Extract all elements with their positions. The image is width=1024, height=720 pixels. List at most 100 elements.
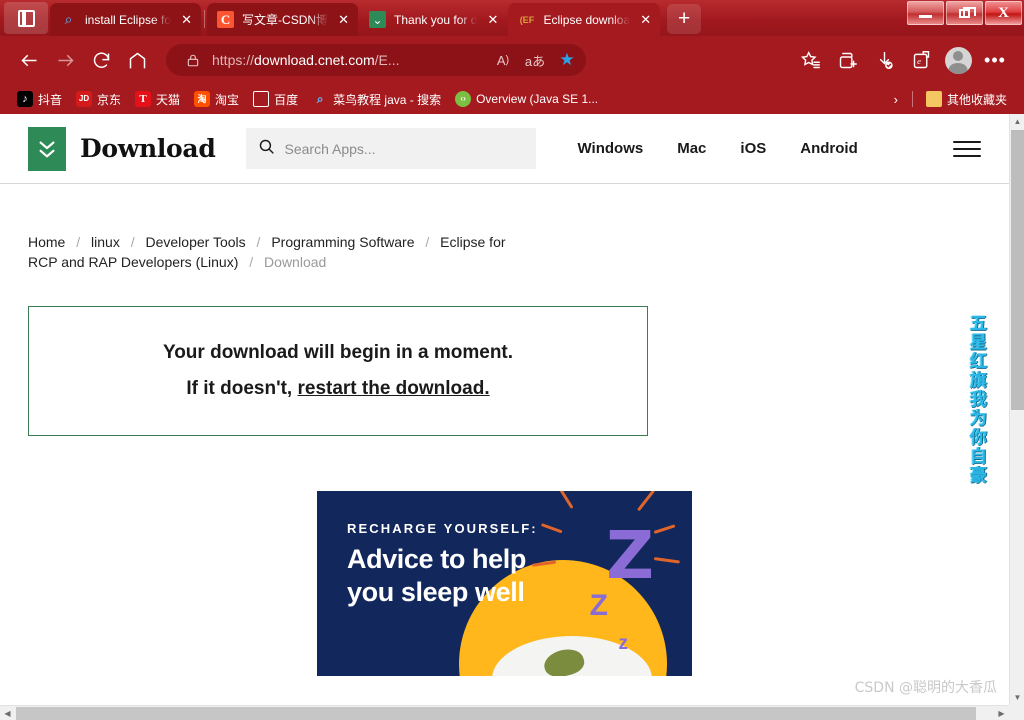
site-logo-text[interactable]: Download	[80, 134, 216, 163]
ie-mode-icon: e	[913, 50, 929, 68]
bookmark-baidu[interactable]: 百度	[246, 89, 305, 110]
bookmark-tmall[interactable]: T 天猫	[128, 89, 187, 110]
bookmark-jd[interactable]: JD 京东	[69, 89, 128, 110]
download-message-secondary: If it doesn't, restart the download.	[186, 378, 490, 399]
bookmarks-bar: ♪ 抖音 JD 京东 T 天猫 淘 淘宝 百度 ⌕ 菜鸟教程 java - 搜索…	[0, 84, 1024, 114]
hamburger-menu-icon[interactable]	[953, 140, 981, 157]
collections-button[interactable]	[830, 43, 864, 77]
home-button[interactable]	[120, 43, 154, 77]
horizontal-scroll-thumb[interactable]	[16, 707, 976, 720]
ie-mode-button[interactable]: e	[904, 43, 938, 77]
scroll-down-icon[interactable]: ▼	[1010, 690, 1024, 705]
breadcrumb-separator: /	[76, 234, 81, 250]
bookmark-label: 淘宝	[215, 92, 240, 107]
download-logo-icon[interactable]	[28, 126, 66, 171]
breadcrumb-current: Download	[264, 254, 327, 270]
search-input[interactable]	[284, 140, 524, 157]
bookmark-runoob-java[interactable]: ⌕ 菜鸟教程 java - 搜索	[305, 89, 448, 110]
favorites-button[interactable]	[793, 43, 827, 77]
tab-strip: ⌕ install Eclipse fo ✕ C 写文章-CSDN博 ✕ ⌄ T…	[0, 0, 1024, 36]
csdn-watermark: CSDN @聪明的大香瓜	[854, 680, 997, 696]
tab-title: install Eclipse fo	[85, 12, 172, 27]
tab-actions-button[interactable]	[4, 2, 48, 34]
restore-button[interactable]	[946, 1, 983, 25]
bookmark-java-overview[interactable]: ‹› Overview (Java SE 1...	[448, 89, 605, 109]
bookmark-douyin[interactable]: ♪ 抖音	[10, 89, 69, 110]
breadcrumb-home[interactable]: Home	[28, 234, 65, 250]
nav-item-mac[interactable]: Mac	[677, 140, 706, 157]
lock-icon	[180, 47, 206, 73]
close-icon[interactable]: ✕	[178, 11, 195, 28]
nav-item-android[interactable]: Android	[800, 140, 858, 157]
nav-item-windows[interactable]: Windows	[578, 140, 644, 157]
search-icon	[258, 138, 275, 160]
vertical-scrollbar[interactable]: ▲ ▼	[1009, 114, 1024, 705]
scroll-right-icon[interactable]: ▶	[994, 706, 1009, 720]
favorite-star-icon[interactable]: ★	[554, 47, 580, 73]
breadcrumb: Home / linux / Developer Tools / Program…	[0, 184, 560, 272]
translate-icon[interactable]: aあ	[522, 47, 548, 73]
collections-icon	[839, 52, 857, 68]
browser-tab-1[interactable]: ⌕ install Eclipse fo ✕	[50, 3, 202, 36]
site-header: Download Windows Mac iOS Android	[0, 114, 1009, 184]
breadcrumb-linux[interactable]: linux	[91, 234, 120, 250]
home-icon	[129, 52, 145, 68]
close-icon[interactable]: ✕	[637, 11, 654, 28]
csdn-icon: C	[217, 11, 235, 28]
site-main-nav: Windows Mac iOS Android	[578, 140, 858, 157]
back-button[interactable]	[12, 43, 46, 77]
scrollbar-corner	[1009, 705, 1024, 720]
browser-tab-4[interactable]: (EF Eclipse downloa ✕	[508, 3, 661, 36]
bookmark-label: 抖音	[38, 92, 63, 107]
downloads-icon	[879, 51, 893, 69]
breadcrumb-developer-tools[interactable]: Developer Tools	[146, 234, 246, 250]
horizontal-scrollbar[interactable]: ◀ ▶	[0, 705, 1024, 720]
document-icon	[253, 91, 270, 107]
window-controls: X	[907, 1, 1022, 25]
address-bar[interactable]: https://download.cnet.com/E... A) aあ ★	[166, 44, 586, 76]
ad-headline: Advice to help you sleep well	[347, 544, 526, 607]
browser-window: ⌕ install Eclipse fo ✕ C 写文章-CSDN博 ✕ ⌄ T…	[0, 0, 1024, 720]
breadcrumb-separator: /	[249, 254, 254, 270]
new-tab-button[interactable]: +	[667, 4, 702, 34]
search-icon: ⌕	[64, 11, 73, 27]
close-button[interactable]: X	[985, 1, 1022, 25]
forward-arrow-icon	[58, 54, 74, 66]
restart-download-link[interactable]: restart the download.	[297, 378, 489, 399]
advertisement-banner[interactable]: RECHARGE YOURSELF: Advice to help you sle…	[317, 491, 692, 676]
close-icon[interactable]: ✕	[484, 11, 501, 28]
bookmark-other-folder[interactable]: 其他收藏夹	[919, 89, 1014, 110]
minimize-button[interactable]	[907, 1, 944, 25]
scroll-up-icon[interactable]: ▲	[1010, 114, 1024, 129]
plus-icon: +	[678, 7, 691, 30]
nav-item-ios[interactable]: iOS	[740, 140, 766, 157]
toolbar-actions: e •••	[793, 43, 1012, 77]
close-icon: X	[998, 4, 1009, 21]
close-icon[interactable]: ✕	[335, 11, 352, 28]
downloads-button[interactable]	[867, 43, 901, 77]
vertical-scroll-thumb[interactable]	[1011, 130, 1024, 410]
read-aloud-icon[interactable]: A)	[490, 47, 516, 73]
refresh-button[interactable]	[84, 43, 118, 77]
ad-z-large: Z	[606, 517, 654, 594]
scroll-left-icon[interactable]: ◀	[0, 706, 15, 720]
bookmarks-overflow-icon[interactable]: ›	[886, 92, 906, 107]
profile-button[interactable]	[941, 43, 975, 77]
taobao-icon: 淘	[194, 91, 211, 107]
browser-tab-2[interactable]: C 写文章-CSDN博 ✕	[207, 3, 359, 36]
navigation-toolbar: https://download.cnet.com/E... A) aあ ★ e…	[0, 36, 1024, 84]
site-search[interactable]	[245, 128, 536, 169]
breadcrumb-separator: /	[425, 234, 430, 250]
browser-tab-3[interactable]: ⌄ Thank you for d ✕	[359, 3, 507, 36]
breadcrumb-separator: /	[130, 234, 135, 250]
bookmark-taobao[interactable]: 淘 淘宝	[187, 89, 246, 110]
breadcrumb-programming-software[interactable]: Programming Software	[271, 234, 414, 250]
tab-title: 写文章-CSDN博	[242, 13, 329, 27]
avatar	[944, 46, 972, 74]
forward-button[interactable]	[48, 43, 82, 77]
bookmark-label: 京东	[97, 92, 122, 107]
back-arrow-icon	[20, 54, 36, 66]
bookmark-label: Overview (Java SE 1...	[476, 92, 599, 106]
settings-more-button[interactable]: •••	[978, 43, 1012, 77]
ad-z-small: z	[618, 633, 629, 654]
